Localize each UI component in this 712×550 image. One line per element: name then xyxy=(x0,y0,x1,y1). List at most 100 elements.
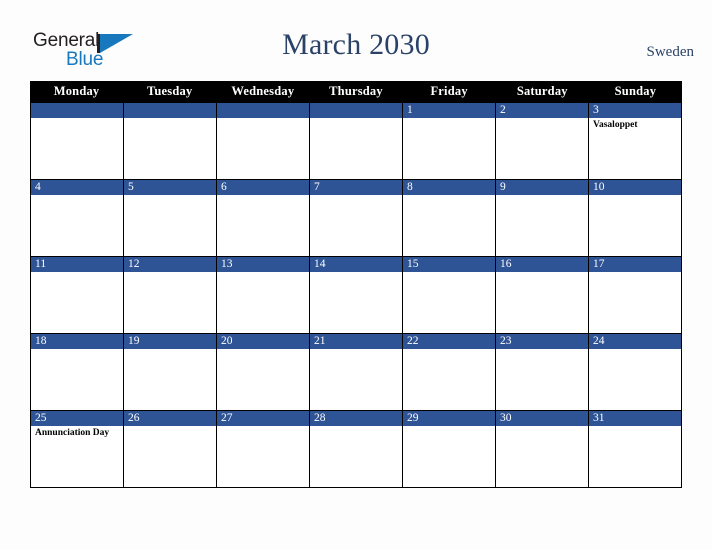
calendar-day-cell[interactable]: 22 xyxy=(403,334,496,411)
region-label: Sweden xyxy=(646,44,695,60)
day-number: 2 xyxy=(500,104,506,116)
day-number: 1 xyxy=(407,104,413,116)
day-number-bar: 29 xyxy=(403,411,495,426)
calendar-day-cell-empty[interactable] xyxy=(217,103,310,180)
day-number-bar: 23 xyxy=(496,334,588,349)
day-number-bar xyxy=(217,103,309,118)
day-number: 7 xyxy=(314,181,320,193)
day-number-bar: 3 xyxy=(589,103,681,118)
page-header: General Blue March 2030 Sweden xyxy=(0,0,712,81)
dow-friday: Friday xyxy=(430,84,468,98)
day-events: Annunciation Day xyxy=(31,426,123,439)
day-number-bar: 28 xyxy=(310,411,402,426)
calendar-day-cell[interactable]: 4 xyxy=(31,180,124,257)
day-number-bar: 26 xyxy=(124,411,216,426)
day-number: 16 xyxy=(500,258,512,270)
day-number-bar: 20 xyxy=(217,334,309,349)
calendar-day-cell[interactable]: 15 xyxy=(403,257,496,334)
day-number: 13 xyxy=(221,258,233,270)
calendar-day-cell[interactable]: 16 xyxy=(496,257,589,334)
day-number: 24 xyxy=(593,335,605,347)
calendar-day-cell[interactable]: 30 xyxy=(496,411,589,488)
dow-saturday: Saturday xyxy=(516,84,568,98)
dow-thursday: Thursday xyxy=(329,84,383,98)
calendar-day-cell[interactable]: 7 xyxy=(310,180,403,257)
day-number-bar: 8 xyxy=(403,180,495,195)
calendar-day-cell[interactable]: 18 xyxy=(31,334,124,411)
calendar-day-cell[interactable]: 19 xyxy=(124,334,217,411)
day-number-bar: 16 xyxy=(496,257,588,272)
day-number: 6 xyxy=(221,181,227,193)
calendar-day-cell-empty[interactable] xyxy=(124,103,217,180)
day-number-bar: 6 xyxy=(217,180,309,195)
holiday-label: Annunciation Day xyxy=(35,428,110,438)
calendar-week-row: 18 19 20 21 22 23 24 xyxy=(31,334,682,411)
dow-monday: Monday xyxy=(53,84,100,98)
day-number: 11 xyxy=(35,258,47,270)
calendar-day-cell[interactable]: 24 xyxy=(589,334,682,411)
day-number: 12 xyxy=(128,258,140,270)
day-number-bar: 14 xyxy=(310,257,402,272)
day-number-bar: 7 xyxy=(310,180,402,195)
calendar-week-row: 11 12 13 14 15 16 17 xyxy=(31,257,682,334)
day-number-bar: 5 xyxy=(124,180,216,195)
day-number: 8 xyxy=(407,181,413,193)
day-number-bar: 19 xyxy=(124,334,216,349)
day-number-bar xyxy=(124,103,216,118)
calendar-day-cell[interactable]: 12 xyxy=(124,257,217,334)
calendar-day-cell[interactable]: 10 xyxy=(589,180,682,257)
day-number-bar: 15 xyxy=(403,257,495,272)
day-number-bar xyxy=(31,103,123,118)
calendar-day-cell[interactable]: 11 xyxy=(31,257,124,334)
calendar-day-cell[interactable]: 2 xyxy=(496,103,589,180)
day-number: 15 xyxy=(407,258,419,270)
day-number: 25 xyxy=(35,412,47,424)
day-number-bar: 24 xyxy=(589,334,681,349)
day-number: 28 xyxy=(314,412,326,424)
day-number-bar: 9 xyxy=(496,180,588,195)
day-number-bar: 31 xyxy=(589,411,681,426)
day-number: 30 xyxy=(500,412,512,424)
calendar-week-row: 4 5 6 7 8 9 10 xyxy=(31,180,682,257)
dow-sunday: Sunday xyxy=(614,84,657,98)
calendar: Monday Tuesday Wednesday Thursday Friday… xyxy=(30,81,682,488)
calendar-day-cell[interactable]: 13 xyxy=(217,257,310,334)
calendar-day-cell[interactable]: 21 xyxy=(310,334,403,411)
day-number: 9 xyxy=(500,181,506,193)
calendar-day-cell[interactable]: 1 xyxy=(403,103,496,180)
calendar-day-cell[interactable]: 20 xyxy=(217,334,310,411)
day-of-week-header: Monday Tuesday Wednesday Thursday Friday… xyxy=(30,81,682,102)
day-number: 19 xyxy=(128,335,140,347)
dow-wednesday: Wednesday xyxy=(231,84,295,98)
day-number: 21 xyxy=(314,335,326,347)
calendar-day-cell[interactable]: 26 xyxy=(124,411,217,488)
calendar-day-cell[interactable]: 8 xyxy=(403,180,496,257)
calendar-day-cell[interactable]: 31 xyxy=(589,411,682,488)
day-number: 27 xyxy=(221,412,233,424)
calendar-day-cell[interactable]: 3 Vasaloppet xyxy=(589,103,682,180)
day-number: 22 xyxy=(407,335,419,347)
calendar-day-cell[interactable]: 17 xyxy=(589,257,682,334)
calendar-day-cell[interactable]: 6 xyxy=(217,180,310,257)
day-number-bar: 12 xyxy=(124,257,216,272)
holiday-label: Vasaloppet xyxy=(593,120,638,130)
page-title: March 2030 xyxy=(282,28,430,61)
calendar-day-cell-empty[interactable] xyxy=(310,103,403,180)
calendar-day-cell[interactable]: 25 Annunciation Day xyxy=(31,411,124,488)
calendar-day-cell[interactable]: 27 xyxy=(217,411,310,488)
day-number: 10 xyxy=(593,181,605,193)
calendar-day-cell[interactable]: 23 xyxy=(496,334,589,411)
calendar-weeks: 1 2 3 Vasaloppet 4 5 6 7 8 9 10 11 12 13 14 15 16 17 18 19 2… xyxy=(30,102,682,488)
calendar-day-cell[interactable]: 28 xyxy=(310,411,403,488)
day-number-bar: 4 xyxy=(31,180,123,195)
day-number-bar: 27 xyxy=(217,411,309,426)
day-number: 14 xyxy=(314,258,326,270)
calendar-day-cell-empty[interactable] xyxy=(31,103,124,180)
calendar-day-cell[interactable]: 29 xyxy=(403,411,496,488)
calendar-day-cell[interactable]: 14 xyxy=(310,257,403,334)
day-number-bar: 2 xyxy=(496,103,588,118)
calendar-day-cell[interactable]: 9 xyxy=(496,180,589,257)
day-number: 3 xyxy=(593,104,599,116)
calendar-day-cell[interactable]: 5 xyxy=(124,180,217,257)
calendar-week-row: 25 Annunciation Day 26 27 28 29 30 31 xyxy=(31,411,682,488)
